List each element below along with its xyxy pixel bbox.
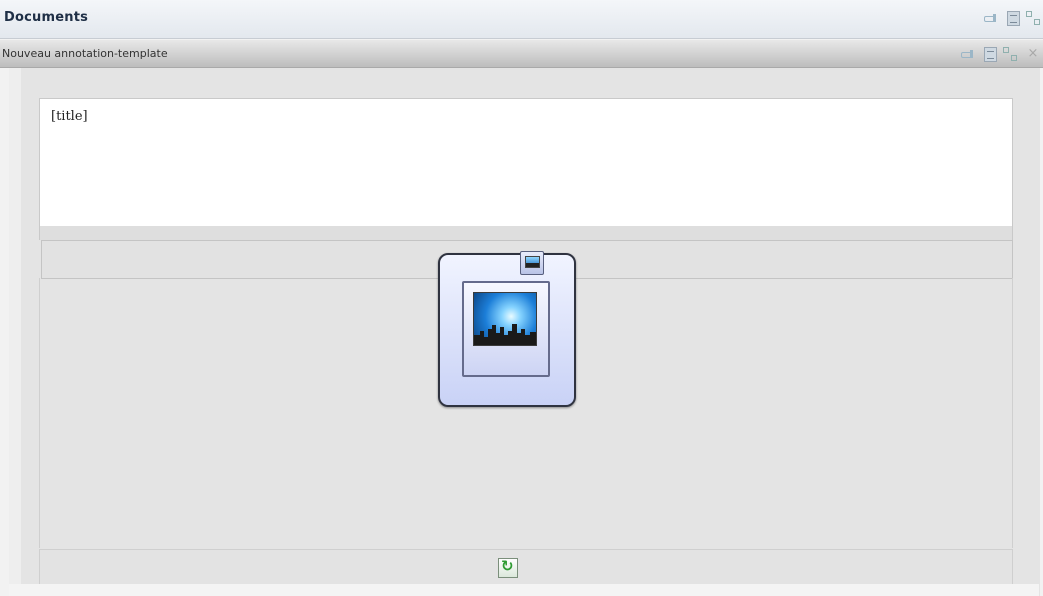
footer-bar xyxy=(39,549,1013,585)
title-placeholder: [title] xyxy=(51,109,88,124)
title-field[interactable]: [title] xyxy=(39,98,1013,228)
refresh-icon[interactable] xyxy=(498,557,518,578)
document-icon[interactable] xyxy=(984,47,997,62)
bottom-strip xyxy=(9,584,1039,596)
documents-panel-header: Documents xyxy=(0,0,1043,39)
tab-bar: Nouveau annotation-template xyxy=(0,40,1043,68)
image-icon xyxy=(473,292,537,346)
separator-band xyxy=(39,226,1013,240)
tab-title[interactable]: Nouveau annotation-template xyxy=(2,47,168,60)
pin-icon[interactable] xyxy=(982,10,998,26)
panel-title: Documents xyxy=(4,10,89,25)
document-icon[interactable] xyxy=(1007,11,1020,26)
left-margin xyxy=(9,68,21,596)
image-small-icon[interactable] xyxy=(520,251,544,275)
image-placeholder[interactable] xyxy=(438,251,576,407)
maximize-icon[interactable] xyxy=(1025,10,1041,26)
close-icon[interactable]: × xyxy=(1025,46,1041,62)
pin-icon[interactable] xyxy=(959,46,975,62)
image-inner-frame xyxy=(462,281,550,377)
maximize-icon[interactable] xyxy=(1002,46,1018,62)
